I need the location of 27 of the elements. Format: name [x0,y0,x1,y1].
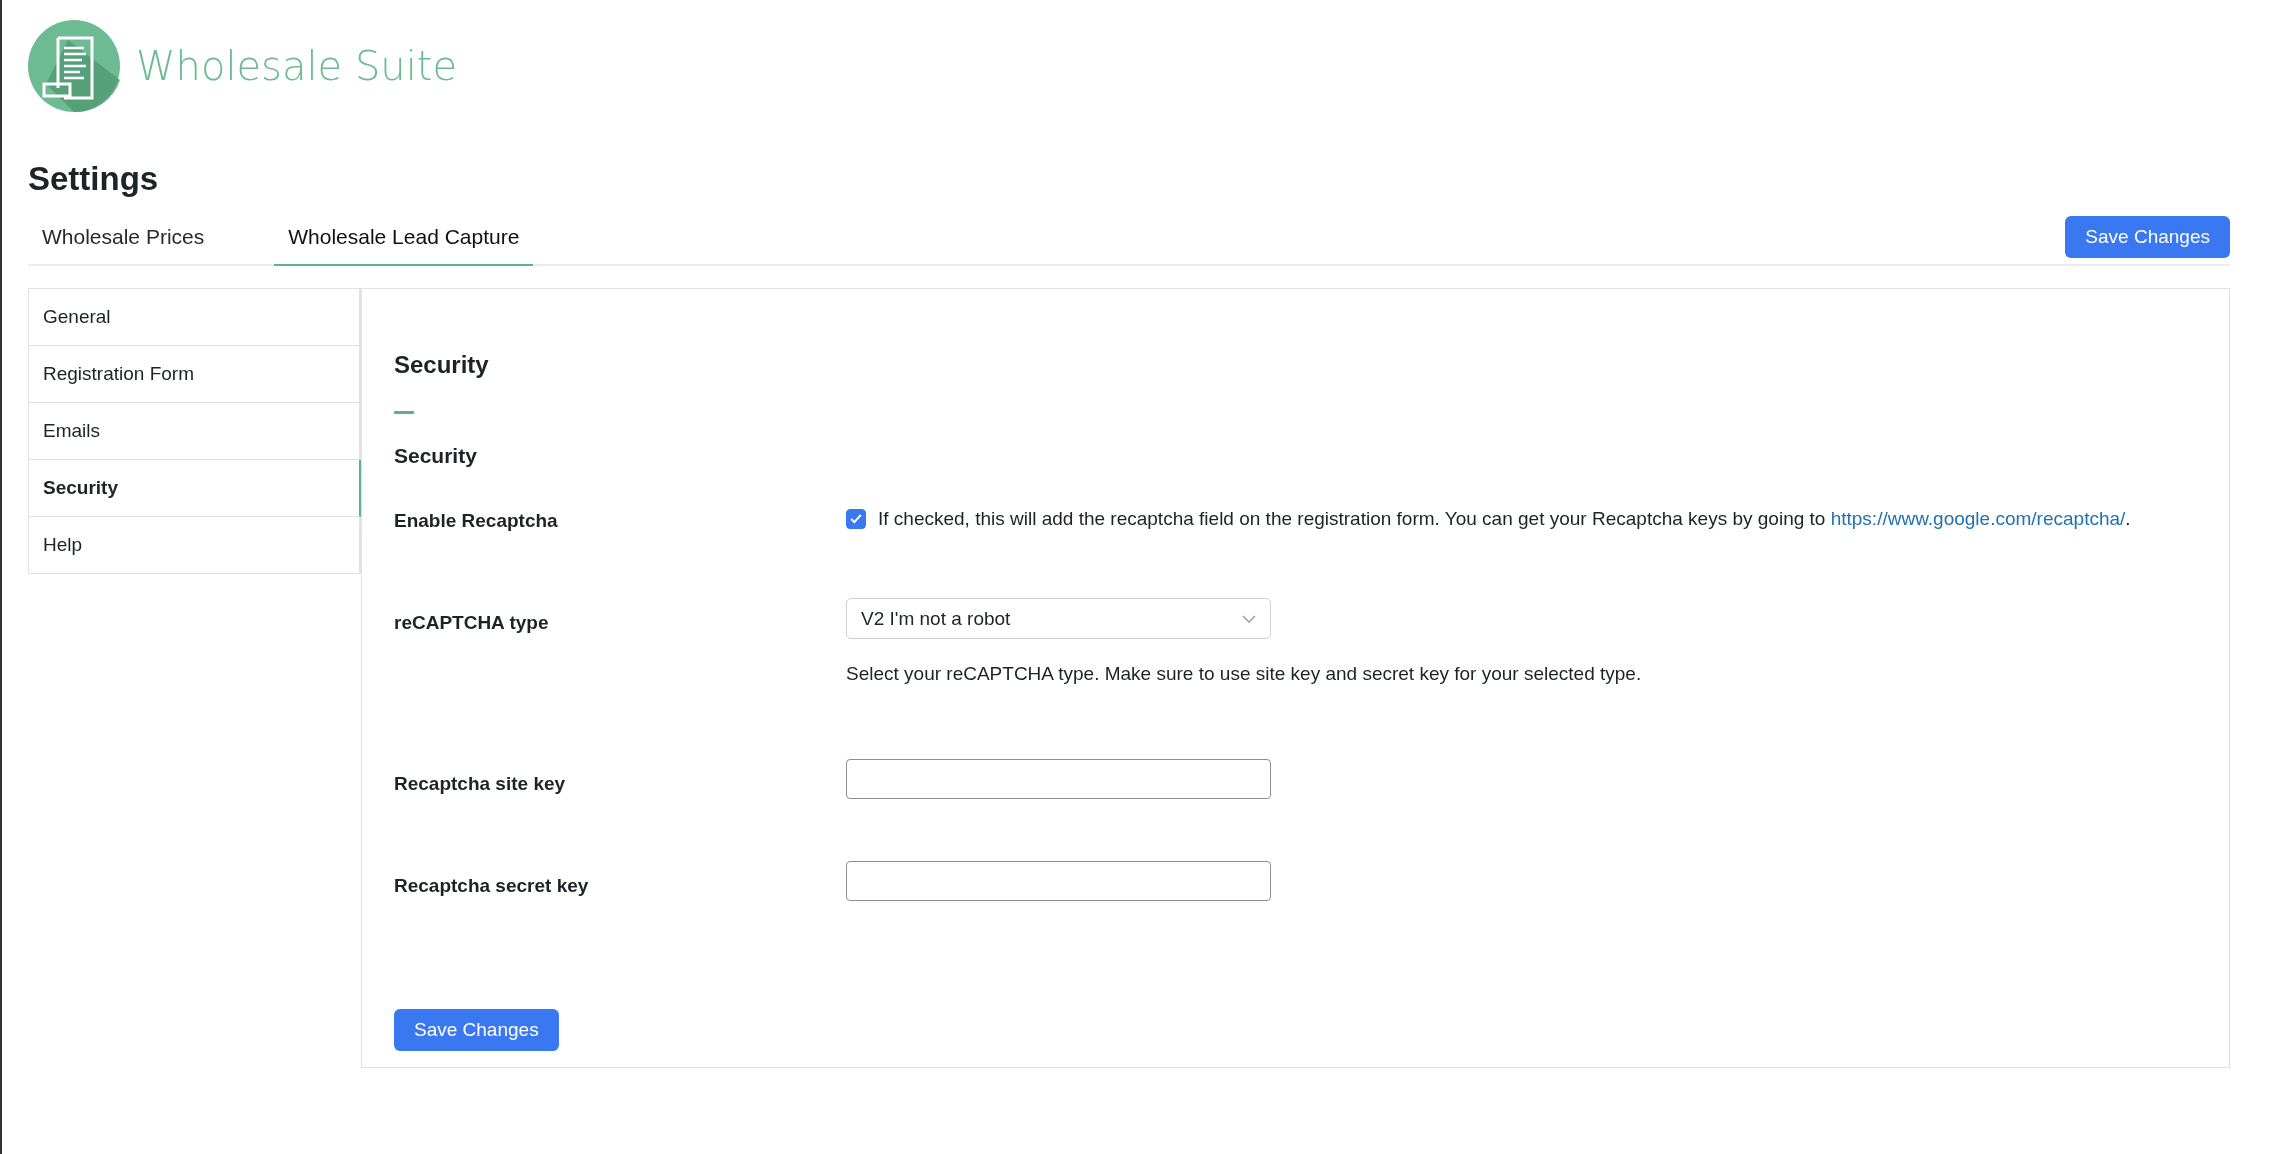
sidebar-item[interactable]: General [29,289,361,346]
field-label: reCAPTCHA type [394,611,550,635]
input-field[interactable] [846,759,1271,799]
checkbox-description: If checked, this will add the recaptcha field on the registration form. You can get your Recaptcha keys by going to https://www.google.com/recaptcha/. [878,508,2131,530]
checkbox[interactable] [846,509,866,529]
accent-bar [394,411,414,414]
sidebar-item[interactable]: Emails [29,403,361,460]
help-text: Select your reCAPTCHA type. Make sure to use site key and secret key for your selected type. [846,663,1643,685]
field-label: Enable Recaptcha [394,509,559,533]
sidebar-item[interactable]: Registration Form [29,346,361,403]
sidebar-item[interactable]: Security [29,460,361,517]
recaptcha-link[interactable]: https://www.google.com/recaptcha/ [1830,508,2126,529]
input-field[interactable] [846,861,1271,901]
chevron-down-icon [1242,614,1256,623]
page-title: Settings [28,160,160,198]
logo-text: Wholesale Suite [136,43,458,89]
sidebar-item[interactable]: Help [29,517,361,573]
tab[interactable]: Wholesale Lead Capture [274,210,534,266]
save-changes-button[interactable]: Save Changes [2065,216,2230,258]
tab[interactable]: Wholesale Prices [28,210,219,266]
logo-icon [28,20,120,112]
save-changes-button[interactable]: Save Changes [394,1009,559,1051]
section-heading: Security [394,351,490,379]
field-label: Recaptcha secret key [394,874,590,898]
section-subheading: Security [394,444,478,468]
select-dropdown[interactable]: V2 I'm not a robot [846,598,1271,639]
field-label: Recaptcha site key [394,772,567,796]
